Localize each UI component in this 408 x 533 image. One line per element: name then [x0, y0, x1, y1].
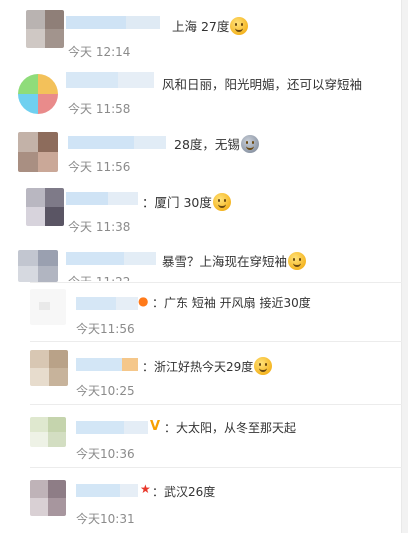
comment-item: 风和日丽，阳光明媚，还可以穿短袖 今天 11:58	[0, 60, 402, 118]
username-blurred[interactable]	[66, 72, 154, 88]
username-blurred[interactable]	[76, 421, 148, 434]
avatar[interactable]	[18, 74, 58, 114]
comment-time: 今天 11:22	[68, 273, 130, 281]
username-blurred[interactable]	[76, 297, 138, 310]
comment-panel: 上海 27度 今天 12:14 风和日丽，阳光明媚，还可以穿短袖 今天 11:5…	[0, 0, 402, 533]
username-blurred[interactable]	[66, 192, 138, 205]
avatar[interactable]	[30, 480, 66, 516]
username-blurred[interactable]	[76, 358, 138, 371]
comment-text-value: 28度，无锡	[174, 137, 240, 152]
laugh-cry-emoji-icon	[288, 252, 307, 270]
comment-item: 28度，无锡 今天 11:56	[0, 118, 402, 178]
reply-time: 今天11:56	[76, 322, 135, 336]
username-blurred[interactable]	[66, 252, 156, 265]
comment-text: 暴雪？上海现在穿短袖	[162, 252, 307, 270]
comment-item: 上海 27度 今天 12:14	[0, 0, 402, 60]
reply-text: ：浙江好热今天29度	[142, 357, 273, 375]
reply-item: ★ ：武汉26度 今天10:31	[0, 468, 402, 533]
comment-text: ：厦门 30度	[142, 193, 231, 211]
comment-item: ：厦门 30度 今天 11:38	[0, 178, 402, 238]
reply-time: 今天10:31	[76, 512, 135, 526]
avatar[interactable]	[26, 188, 64, 226]
reply-text-value: ：浙江好热今天29度	[142, 360, 254, 374]
comment-text: 上海 27度	[172, 17, 249, 35]
avatar[interactable]	[18, 132, 58, 172]
username-blurred[interactable]	[68, 136, 166, 149]
smile-emoji-icon	[230, 17, 249, 35]
laugh-emoji-icon	[254, 357, 273, 375]
comment-text: 风和日丽，阳光明媚，还可以穿短袖	[162, 77, 363, 92]
avatar[interactable]	[30, 417, 66, 447]
comment-time: 今天 11:58	[68, 102, 131, 116]
reply-text: ：广东 短袖 开风扇 接近30度	[152, 296, 311, 310]
reply-item: ● ：广东 短袖 开风扇 接近30度 今天11:56	[0, 283, 402, 341]
avatar[interactable]	[18, 250, 58, 282]
avatar[interactable]	[30, 289, 66, 325]
fire-badge-icon: ●	[138, 294, 149, 308]
verified-v-badge-icon: V	[150, 419, 161, 434]
smile-emoji-icon	[212, 193, 231, 211]
comment-time: 今天 12:14	[68, 45, 131, 59]
comment-item: 暴雪？上海现在穿短袖 今天 11:22	[0, 238, 402, 282]
reply-time: 今天10:25	[76, 384, 135, 398]
comment-text: 28度，无锡	[174, 135, 259, 153]
reply-item: V ：大太阳，从冬至那天起 今天10:36	[0, 405, 402, 467]
username-blurred[interactable]	[76, 484, 138, 497]
reply-item: ：浙江好热今天29度 今天10:25	[0, 342, 402, 404]
reply-text: ：武汉26度	[152, 485, 216, 499]
comment-time: 今天 11:38	[68, 220, 131, 234]
comment-text-value: ：厦门 30度	[142, 195, 212, 210]
reply-time: 今天10:36	[76, 447, 135, 461]
username-blurred[interactable]	[66, 16, 160, 29]
avatar[interactable]	[26, 10, 64, 48]
crying-emoji-icon	[240, 135, 259, 153]
comment-text-value: 上海 27度	[172, 19, 230, 34]
avatar[interactable]	[30, 350, 68, 386]
star-badge-icon: ★	[140, 482, 151, 496]
comment-text-value: 暴雪？上海现在穿短袖	[162, 254, 288, 269]
reply-text: ：大太阳，从冬至那天起	[164, 421, 297, 435]
comment-time: 今天 11:56	[68, 160, 131, 174]
